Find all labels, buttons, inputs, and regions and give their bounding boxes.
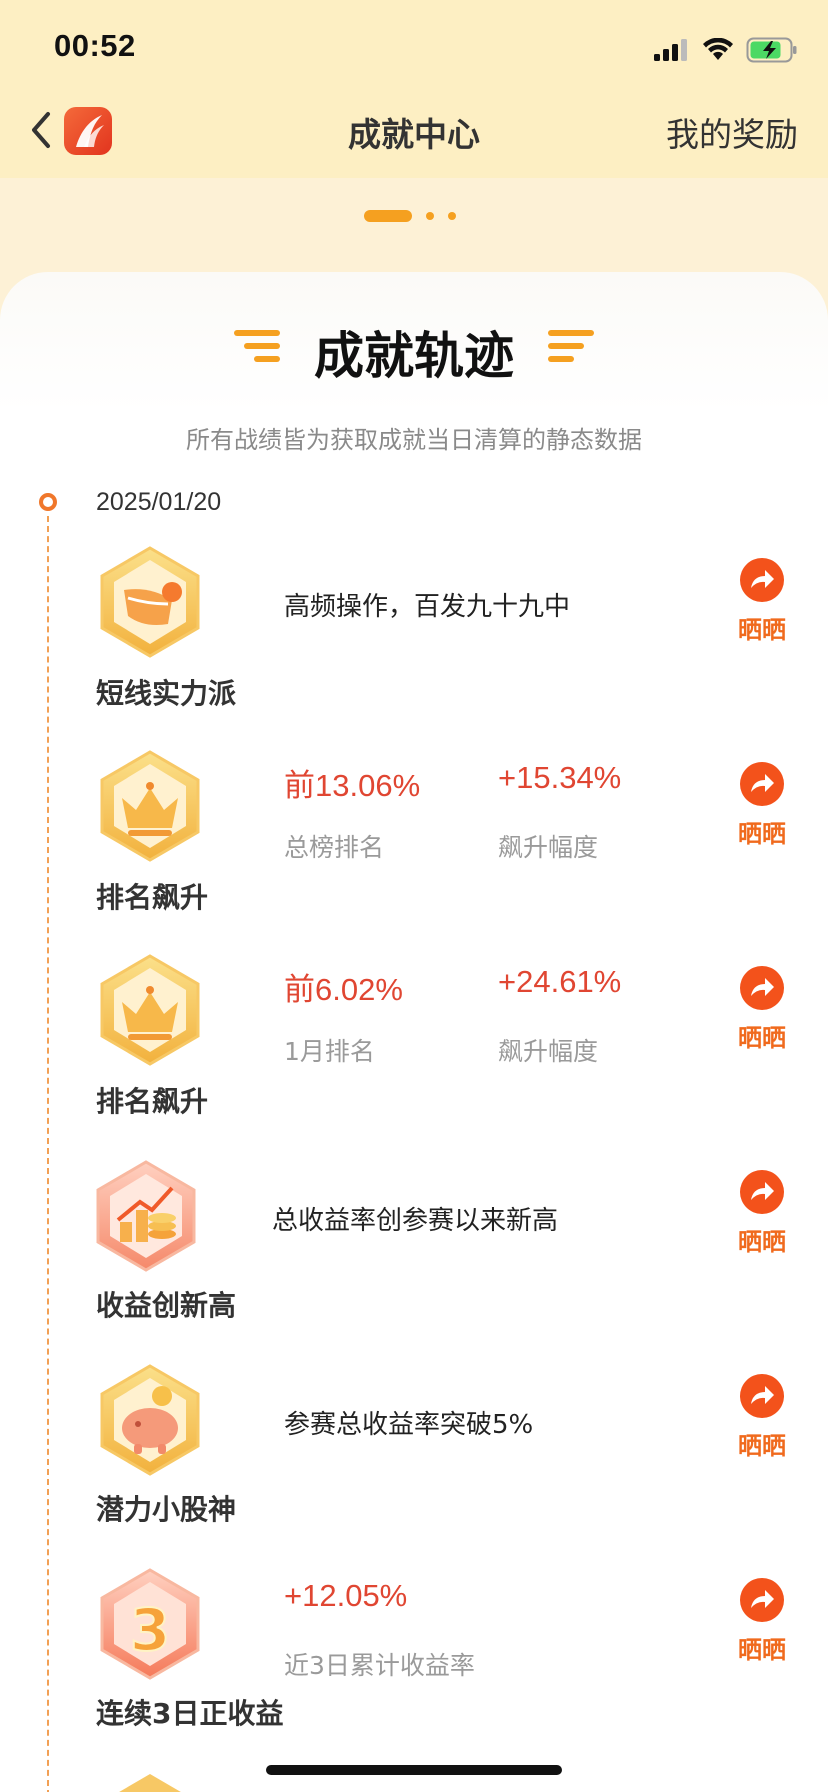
rise-value: +24.61% xyxy=(498,964,622,999)
share-arrow-icon[interactable] xyxy=(740,558,784,602)
signal-icon xyxy=(654,39,687,61)
share-button[interactable]: 晒晒 xyxy=(732,1578,792,1668)
achievement-name: 连续3日正收益 xyxy=(96,1697,284,1730)
my-rewards-button[interactable]: 我的奖励 xyxy=(666,108,798,156)
piggy-bank-badge-icon xyxy=(100,1364,200,1476)
achievement-description: 参赛总收益率突破5% xyxy=(284,1410,534,1440)
rising-coins-badge-icon xyxy=(96,1160,196,1272)
timeline-line xyxy=(47,516,49,1792)
crown-badge-icon xyxy=(100,750,200,862)
share-label: 晒晒 xyxy=(738,1228,786,1256)
page-indicator-dot[interactable] xyxy=(426,212,434,220)
achievement-name: 收益创新高 xyxy=(96,1289,237,1322)
page-indicator-dot[interactable] xyxy=(448,212,456,220)
share-button[interactable]: 晒晒 xyxy=(732,762,792,852)
share-button[interactable]: 晒晒 xyxy=(732,1374,792,1464)
wifi-icon xyxy=(703,38,733,60)
ranking-label: 1月排名 xyxy=(284,1037,375,1066)
achievement-name: 排名飙升 xyxy=(96,1085,209,1118)
share-button[interactable]: 晒晒 xyxy=(732,558,792,648)
achievement-name: 短线实力派 xyxy=(96,677,237,710)
page-indicator-active[interactable] xyxy=(364,210,412,222)
share-arrow-icon[interactable] xyxy=(740,762,784,806)
return-label: 近3日累计收益率 xyxy=(284,1651,475,1680)
share-label: 晒晒 xyxy=(738,1636,786,1664)
crown-badge-icon xyxy=(100,954,200,1066)
share-label: 晒晒 xyxy=(738,820,786,848)
ranking-value: 前6.02% xyxy=(284,972,403,1007)
achievement-name: 排名飙升 xyxy=(96,881,209,914)
share-arrow-icon[interactable] xyxy=(740,966,784,1010)
battery-charging-icon xyxy=(746,37,797,63)
share-arrow-icon[interactable] xyxy=(740,1578,784,1622)
rise-label: 飙升幅度 xyxy=(498,833,599,862)
achievement-description: 高频操作，百发九十九中 xyxy=(284,592,571,622)
share-button[interactable]: 晒晒 xyxy=(732,1170,792,1260)
title-decoration-right-icon xyxy=(548,330,594,362)
home-indicator[interactable] xyxy=(266,1765,562,1775)
share-button[interactable]: 晒晒 xyxy=(732,966,792,1056)
rise-value: +15.34% xyxy=(498,760,622,795)
share-label: 晒晒 xyxy=(738,1024,786,1052)
rise-label: 飙升幅度 xyxy=(498,1037,599,1066)
section-subtitle: 所有战绩皆为获取成就当日清算的静态数据 xyxy=(186,426,642,454)
page-indicator[interactable] xyxy=(364,210,456,222)
number-3-badge-icon: 3 xyxy=(100,1568,200,1680)
timeline-dot xyxy=(39,493,57,511)
status-icons xyxy=(654,32,798,68)
share-arrow-icon[interactable] xyxy=(740,1374,784,1418)
timeline-date: 2025/01/20 xyxy=(96,488,222,516)
achievement-description: 总收益率创参赛以来新高 xyxy=(272,1206,559,1236)
return-value: +12.05% xyxy=(284,1578,408,1613)
svg-text:3: 3 xyxy=(130,1596,170,1664)
partial-badge-icon xyxy=(119,1774,181,1792)
status-time: 00:52 xyxy=(54,28,136,63)
share-label: 晒晒 xyxy=(738,616,786,644)
share-label: 晒晒 xyxy=(738,1432,786,1460)
fast-trade-badge-icon xyxy=(100,546,200,658)
share-arrow-icon[interactable] xyxy=(740,1170,784,1214)
ranking-value: 前13.06% xyxy=(284,768,421,803)
achievement-name: 潜力小股神 xyxy=(96,1493,237,1526)
ranking-label: 总榜排名 xyxy=(284,833,385,862)
section-title: 成就轨迹 xyxy=(314,327,514,385)
